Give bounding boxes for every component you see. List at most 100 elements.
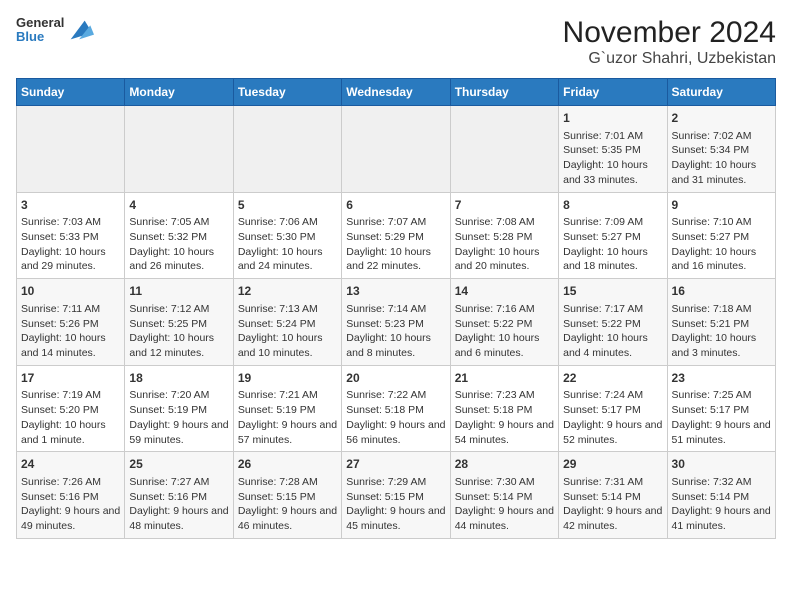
weekday-header: Friday [559, 79, 667, 106]
day-number: 4 [129, 197, 228, 214]
day-number: 13 [346, 283, 445, 300]
day-number: 16 [672, 283, 771, 300]
day-number: 15 [563, 283, 662, 300]
day-info: Sunrise: 7:11 AMSunset: 5:26 PMDaylight:… [21, 302, 120, 361]
calendar-day-cell: 23Sunrise: 7:25 AMSunset: 5:17 PMDayligh… [667, 365, 775, 452]
day-number: 8 [563, 197, 662, 214]
day-info: Sunrise: 7:30 AMSunset: 5:14 PMDaylight:… [455, 475, 554, 534]
calendar-day-cell: 10Sunrise: 7:11 AMSunset: 5:26 PMDayligh… [17, 279, 125, 366]
logo-text: General Blue [16, 16, 64, 45]
day-info: Sunrise: 7:22 AMSunset: 5:18 PMDaylight:… [346, 388, 445, 447]
calendar-subtitle: G`uzor Shahri, Uzbekistan [563, 50, 776, 68]
calendar-week-row: 1 Sunrise: 7:01 AMSunset: 5:35 PMDaylight… [17, 106, 776, 193]
day-number: 28 [455, 456, 554, 473]
weekday-header: Tuesday [233, 79, 341, 106]
day-info: Sunrise: 7:24 AMSunset: 5:17 PMDaylight:… [563, 388, 662, 447]
day-info: Sunrise: 7:02 AMSunset: 5:34 PMDaylight:… [672, 129, 771, 188]
day-info: Sunrise: 7:20 AMSunset: 5:19 PMDaylight:… [129, 388, 228, 447]
weekday-row: SundayMondayTuesdayWednesdayThursdayFrid… [17, 79, 776, 106]
day-number: 26 [238, 456, 337, 473]
day-info: Sunrise: 7:06 AMSunset: 5:30 PMDaylight:… [238, 215, 337, 274]
day-number: 19 [238, 370, 337, 387]
calendar-day-cell: 11Sunrise: 7:12 AMSunset: 5:25 PMDayligh… [125, 279, 233, 366]
calendar-day-cell: 21Sunrise: 7:23 AMSunset: 5:18 PMDayligh… [450, 365, 558, 452]
day-info: Sunrise: 7:09 AMSunset: 5:27 PMDaylight:… [563, 215, 662, 274]
day-info: Sunrise: 7:32 AMSunset: 5:14 PMDaylight:… [672, 475, 771, 534]
day-number: 20 [346, 370, 445, 387]
weekday-header: Sunday [17, 79, 125, 106]
day-number: 27 [346, 456, 445, 473]
calendar-day-cell: 16 Sunrise: 7:18 AMSunset: 5:21 PMDayligh… [667, 279, 775, 366]
day-info: Sunrise: 7:23 AMSunset: 5:18 PMDaylight:… [455, 388, 554, 447]
day-info: Sunrise: 7:18 AMSunset: 5:21 PMDaylight:… [672, 302, 771, 361]
calendar-day-cell: 8Sunrise: 7:09 AMSunset: 5:27 PMDaylight… [559, 192, 667, 279]
calendar-week-row: 3Sunrise: 7:03 AMSunset: 5:33 PMDaylight… [17, 192, 776, 279]
calendar-day-cell: 20Sunrise: 7:22 AMSunset: 5:18 PMDayligh… [342, 365, 450, 452]
calendar-day-cell: 5Sunrise: 7:06 AMSunset: 5:30 PMDaylight… [233, 192, 341, 279]
calendar-day-cell [233, 106, 341, 193]
calendar-day-cell: 13 Sunrise: 7:14 AMSunset: 5:23 PMDayligh… [342, 279, 450, 366]
day-info: Sunrise: 7:21 AMSunset: 5:19 PMDaylight:… [238, 388, 337, 447]
day-info: Sunrise: 7:10 AMSunset: 5:27 PMDaylight:… [672, 215, 771, 274]
calendar-day-cell: 14 Sunrise: 7:16 AMSunset: 5:22 PMDayligh… [450, 279, 558, 366]
calendar-day-cell: 29 Sunrise: 7:31 AMSunset: 5:14 PMDayligh… [559, 452, 667, 539]
calendar-day-cell: 24Sunrise: 7:26 AMSunset: 5:16 PMDayligh… [17, 452, 125, 539]
day-number: 30 [672, 456, 771, 473]
calendar-day-cell: 7Sunrise: 7:08 AMSunset: 5:28 PMDaylight… [450, 192, 558, 279]
calendar-day-cell: 22Sunrise: 7:24 AMSunset: 5:17 PMDayligh… [559, 365, 667, 452]
weekday-header: Monday [125, 79, 233, 106]
calendar-day-cell: 18Sunrise: 7:20 AMSunset: 5:19 PMDayligh… [125, 365, 233, 452]
logo: General Blue [16, 16, 94, 45]
calendar-day-cell: 12 Sunrise: 7:13 AMSunset: 5:24 PMDayligh… [233, 279, 341, 366]
calendar-day-cell: 27 Sunrise: 7:29 AMSunset: 5:15 PMDayligh… [342, 452, 450, 539]
calendar-day-cell: 4Sunrise: 7:05 AMSunset: 5:32 PMDaylight… [125, 192, 233, 279]
day-number: 1 [563, 110, 662, 127]
day-number: 5 [238, 197, 337, 214]
calendar-day-cell: 28 Sunrise: 7:30 AMSunset: 5:14 PMDayligh… [450, 452, 558, 539]
day-number: 24 [21, 456, 120, 473]
day-info: Sunrise: 7:31 AMSunset: 5:14 PMDaylight:… [563, 475, 662, 534]
day-info: Sunrise: 7:27 AMSunset: 5:16 PMDaylight:… [129, 475, 228, 534]
day-info: Sunrise: 7:14 AMSunset: 5:23 PMDaylight:… [346, 302, 445, 361]
day-info: Sunrise: 7:29 AMSunset: 5:15 PMDaylight:… [346, 475, 445, 534]
weekday-header: Saturday [667, 79, 775, 106]
calendar-day-cell: 6Sunrise: 7:07 AMSunset: 5:29 PMDaylight… [342, 192, 450, 279]
weekday-header: Thursday [450, 79, 558, 106]
calendar-day-cell [17, 106, 125, 193]
calendar-day-cell: 2Sunrise: 7:02 AMSunset: 5:34 PMDaylight… [667, 106, 775, 193]
day-info: Sunrise: 7:16 AMSunset: 5:22 PMDaylight:… [455, 302, 554, 361]
calendar-week-row: 10Sunrise: 7:11 AMSunset: 5:26 PMDayligh… [17, 279, 776, 366]
day-info: Sunrise: 7:03 AMSunset: 5:33 PMDaylight:… [21, 215, 120, 274]
calendar-day-cell: 26 Sunrise: 7:28 AMSunset: 5:15 PMDayligh… [233, 452, 341, 539]
day-number: 7 [455, 197, 554, 214]
day-number: 21 [455, 370, 554, 387]
day-number: 12 [238, 283, 337, 300]
day-number: 29 [563, 456, 662, 473]
calendar-day-cell: 25Sunrise: 7:27 AMSunset: 5:16 PMDayligh… [125, 452, 233, 539]
day-number: 11 [129, 283, 228, 300]
day-info: Sunrise: 7:08 AMSunset: 5:28 PMDaylight:… [455, 215, 554, 274]
day-number: 22 [563, 370, 662, 387]
calendar-week-row: 24Sunrise: 7:26 AMSunset: 5:16 PMDayligh… [17, 452, 776, 539]
day-info: Sunrise: 7:07 AMSunset: 5:29 PMDaylight:… [346, 215, 445, 274]
calendar-day-cell: 15 Sunrise: 7:17 AMSunset: 5:22 PMDayligh… [559, 279, 667, 366]
day-number: 18 [129, 370, 228, 387]
day-info: Sunrise: 7:13 AMSunset: 5:24 PMDaylight:… [238, 302, 337, 361]
calendar-body: 1 Sunrise: 7:01 AMSunset: 5:35 PMDaylight… [17, 106, 776, 539]
day-info: Sunrise: 7:17 AMSunset: 5:22 PMDaylight:… [563, 302, 662, 361]
calendar-title: November 2024 [563, 16, 776, 50]
calendar-day-cell: 9Sunrise: 7:10 AMSunset: 5:27 PMDaylight… [667, 192, 775, 279]
day-number: 14 [455, 283, 554, 300]
logo-icon [66, 16, 94, 44]
day-info: Sunrise: 7:25 AMSunset: 5:17 PMDaylight:… [672, 388, 771, 447]
calendar-day-cell: 3Sunrise: 7:03 AMSunset: 5:33 PMDaylight… [17, 192, 125, 279]
day-info: Sunrise: 7:28 AMSunset: 5:15 PMDaylight:… [238, 475, 337, 534]
day-number: 9 [672, 197, 771, 214]
day-number: 23 [672, 370, 771, 387]
day-number: 3 [21, 197, 120, 214]
logo-line2: Blue [16, 30, 64, 44]
calendar-day-cell: 17Sunrise: 7:19 AMSunset: 5:20 PMDayligh… [17, 365, 125, 452]
calendar-day-cell: 19Sunrise: 7:21 AMSunset: 5:19 PMDayligh… [233, 365, 341, 452]
day-info: Sunrise: 7:01 AMSunset: 5:35 PMDaylight:… [563, 129, 662, 188]
calendar-header: SundayMondayTuesdayWednesdayThursdayFrid… [17, 79, 776, 106]
